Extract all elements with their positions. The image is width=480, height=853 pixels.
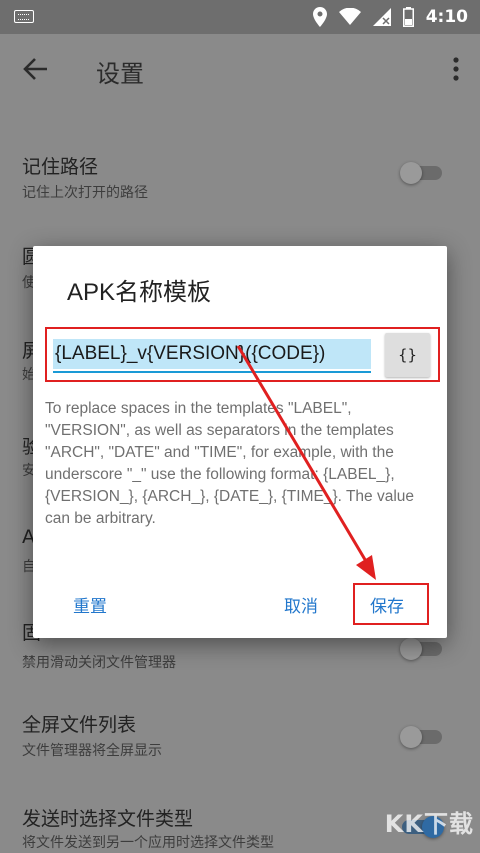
setting-subtitle: 禁用滑动关闭文件管理器 xyxy=(22,655,176,671)
status-bar: 4:10 xyxy=(0,0,480,34)
setting-subtitle: 将文件发送到另一个应用时选择文件类型 xyxy=(22,835,274,851)
setting-title: 发送时选择文件类型 xyxy=(22,808,194,830)
setting-toggle[interactable] xyxy=(400,726,444,748)
wifi-icon xyxy=(338,8,361,25)
insert-placeholder-button[interactable]: {} xyxy=(385,333,430,377)
template-field-highlight: {LABEL}_v{VERSION}({CODE}) {} xyxy=(45,327,440,382)
app-bar: 设置 xyxy=(0,34,480,106)
setting-toggle[interactable] xyxy=(400,162,444,184)
clock: 4:10 xyxy=(425,7,468,27)
more-options-icon[interactable] xyxy=(452,56,460,82)
page-title: 设置 xyxy=(96,60,144,88)
watermark: KK下载 xyxy=(384,810,474,838)
apk-name-template-dialog: APK名称模板 {LABEL}_v{VERSION}({CODE}) {} To… xyxy=(33,246,447,638)
setting-toggle[interactable] xyxy=(400,638,444,660)
template-input[interactable]: {LABEL}_v{VERSION}({CODE}) xyxy=(53,339,371,369)
dialog-title: APK名称模板 xyxy=(67,279,212,306)
input-underline xyxy=(53,371,371,373)
back-arrow-icon[interactable] xyxy=(22,56,48,82)
keyboard-icon xyxy=(14,10,34,23)
reset-button[interactable]: 重置 xyxy=(73,592,107,617)
save-button[interactable]: 保存 xyxy=(370,592,404,617)
setting-subtitle: 文件管理器将全屏显示 xyxy=(22,743,162,759)
help-text: To replace spaces in the templates "LABE… xyxy=(45,400,415,527)
setting-title: 全屏文件列表 xyxy=(22,714,137,736)
location-icon xyxy=(312,7,327,27)
setting-title: 记住路径 xyxy=(22,156,99,178)
battery-icon xyxy=(402,7,414,27)
setting-subtitle: 记住上次打开的路径 xyxy=(22,185,148,201)
cancel-button[interactable]: 取消 xyxy=(284,592,318,617)
signal-icon xyxy=(372,8,391,26)
